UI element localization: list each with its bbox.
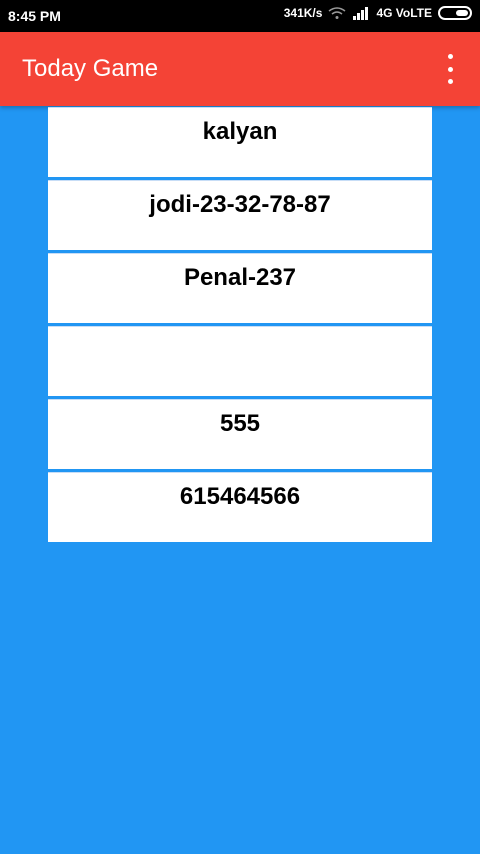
list-item: Penal-237 — [48, 253, 432, 323]
list-item: 615464566 — [48, 472, 432, 542]
game-card-list: kalyan jodi-23-32-78-87 Penal-237 555 61… — [48, 107, 432, 545]
list-item — [48, 326, 432, 396]
battery-icon — [438, 6, 472, 20]
wifi-icon — [328, 7, 346, 19]
page-title: Today Game — [22, 55, 159, 82]
network-speed: 341K/s — [283, 6, 323, 20]
menu-dot — [447, 66, 453, 72]
status-bar: 8:45 PM 341K/s 4G VoLTE — [0, 0, 480, 32]
status-right-group: 341K/s 4G VoLTE — [284, 6, 472, 20]
app-bar: Today Game — [0, 32, 480, 106]
signal-icon — [353, 7, 369, 20]
overflow-menu-icon[interactable] — [440, 54, 460, 84]
list-item: kalyan — [48, 107, 432, 177]
list-item: 555 — [48, 399, 432, 469]
list-item: jodi-23-32-78-87 — [48, 180, 432, 250]
menu-dot — [447, 54, 453, 59]
status-time: 8:45 PM — [8, 8, 61, 24]
menu-dot — [447, 79, 453, 84]
network-type: 4G VoLTE — [376, 6, 432, 20]
